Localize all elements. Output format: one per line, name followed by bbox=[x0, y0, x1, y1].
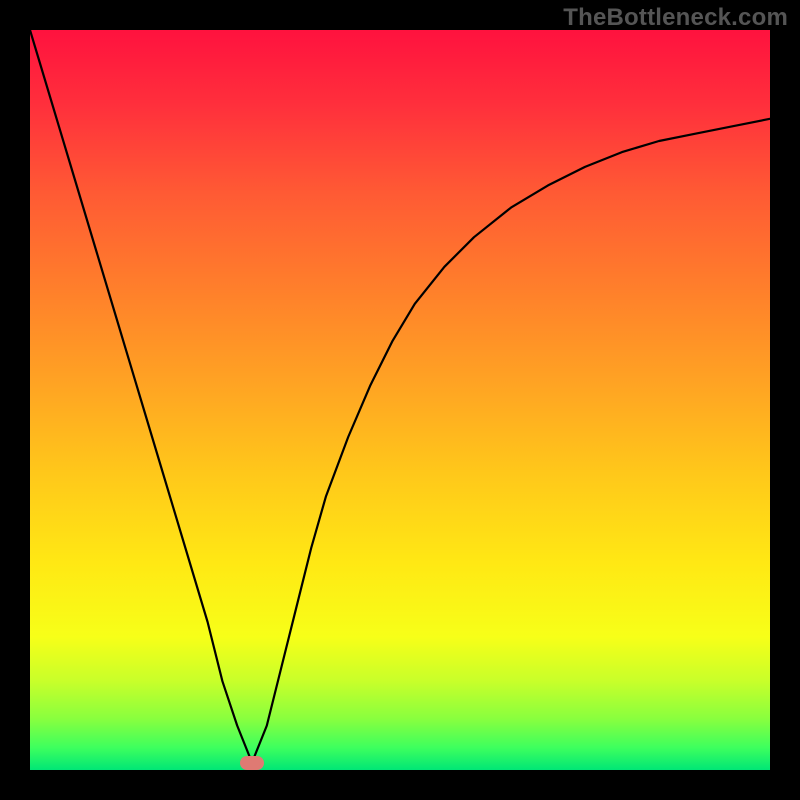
bottleneck-curve-line bbox=[30, 30, 770, 763]
attribution-text: TheBottleneck.com bbox=[563, 4, 788, 32]
minimum-marker bbox=[240, 756, 264, 770]
plot-area bbox=[30, 30, 770, 770]
chart-frame: TheBottleneck.com bbox=[0, 0, 800, 800]
curve-layer bbox=[30, 30, 770, 770]
